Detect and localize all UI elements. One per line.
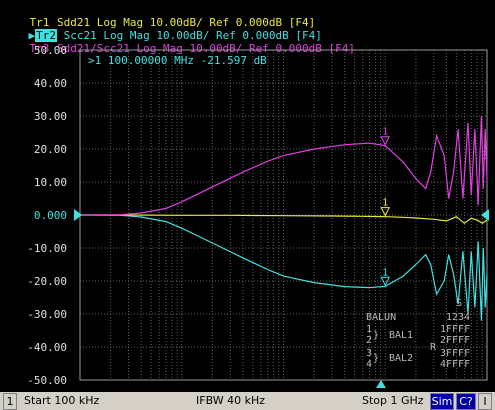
marker-number-label: 1 — [382, 267, 388, 278]
balun-r-label: R — [430, 342, 437, 353]
balun-title: BALUN — [366, 312, 396, 323]
balun-port-2: 2 — [366, 335, 372, 346]
status-last-indicator[interactable]: I — [478, 393, 492, 410]
y-tick-label: 50.00 — [34, 44, 67, 57]
vna-screen: Tr1 Sdd21 Log Mag 10.00dB/ Ref 0.000dB [… — [0, 0, 495, 410]
stop-frequency[interactable]: Stop 1 GHz — [362, 392, 424, 410]
balun-info: BALUN S 1234 1 2 3 4 } } BAL1 BAL2 R 1FF… — [366, 298, 470, 370]
y-tick-label: 40.00 — [34, 77, 67, 90]
marker-number-label: 1 — [382, 127, 388, 138]
channel-indicator[interactable]: 1 — [3, 393, 17, 410]
trace-sdd21 — [80, 214, 488, 225]
y-tick-label: -40.00 — [27, 341, 67, 354]
y-tick-label: -50.00 — [27, 374, 67, 387]
balun-row-3: 3FFFF — [440, 348, 470, 359]
ref-level-right-icon[interactable] — [481, 209, 489, 221]
y-tick-label: -20.00 — [27, 275, 67, 288]
y-tick-label: 0.000 — [34, 209, 67, 222]
balun-row-2: 2FFFF — [440, 335, 470, 346]
plot-area[interactable]: 50.00 40.00 30.00 20.00 10.00 0.000 -10.00 -20.… — [0, 0, 495, 392]
y-tick-labels: 50.00 40.00 30.00 20.00 10.00 0.000 -10.00 -20.… — [27, 44, 67, 387]
status-bar: 1 Start 100 kHz IFBW 40 kHz Stop 1 GHz S… — [0, 392, 495, 410]
ref-level-left-icon[interactable] — [74, 209, 82, 221]
bal1-label: BAL1 — [389, 330, 413, 341]
balun-port-3: 3 — [366, 348, 372, 359]
y-tick-label: 20.00 — [34, 143, 67, 156]
balun-port-1: 1 — [366, 324, 372, 335]
marker-triangle-icon — [380, 207, 391, 217]
balun-row-4: 4FFFF — [440, 359, 470, 370]
marker-number-label: 1 — [382, 198, 388, 209]
bal1-brace: } — [373, 330, 379, 341]
markers-layer: 1 1 1 — [380, 127, 391, 287]
bal2-label: BAL2 — [389, 353, 413, 364]
calibration-indicator[interactable]: C? — [456, 393, 476, 410]
sim-indicator[interactable]: Sim — [430, 393, 454, 410]
y-tick-label: -30.00 — [27, 308, 67, 321]
bal2-brace: } — [373, 353, 379, 364]
balun-row-1: 1FFFF — [440, 324, 470, 335]
trace3-end-label: 3 — [481, 149, 488, 162]
y-tick-label: -10.00 — [27, 242, 67, 255]
y-tick-label: 10.00 — [34, 176, 67, 189]
marker-readout: >1 100.00000 MHz -21.597 dB — [88, 54, 267, 67]
ifbw-setting[interactable]: IFBW 40 kHz — [196, 392, 265, 410]
balun-s-label: S — [456, 298, 462, 309]
active-marker-pointer-icon[interactable] — [376, 380, 386, 388]
y-tick-label: 30.00 — [34, 110, 67, 123]
balun-port-cols: 1234 — [446, 312, 470, 323]
balun-port-4: 4 — [366, 359, 372, 370]
start-frequency[interactable]: Start 100 kHz — [24, 392, 99, 410]
